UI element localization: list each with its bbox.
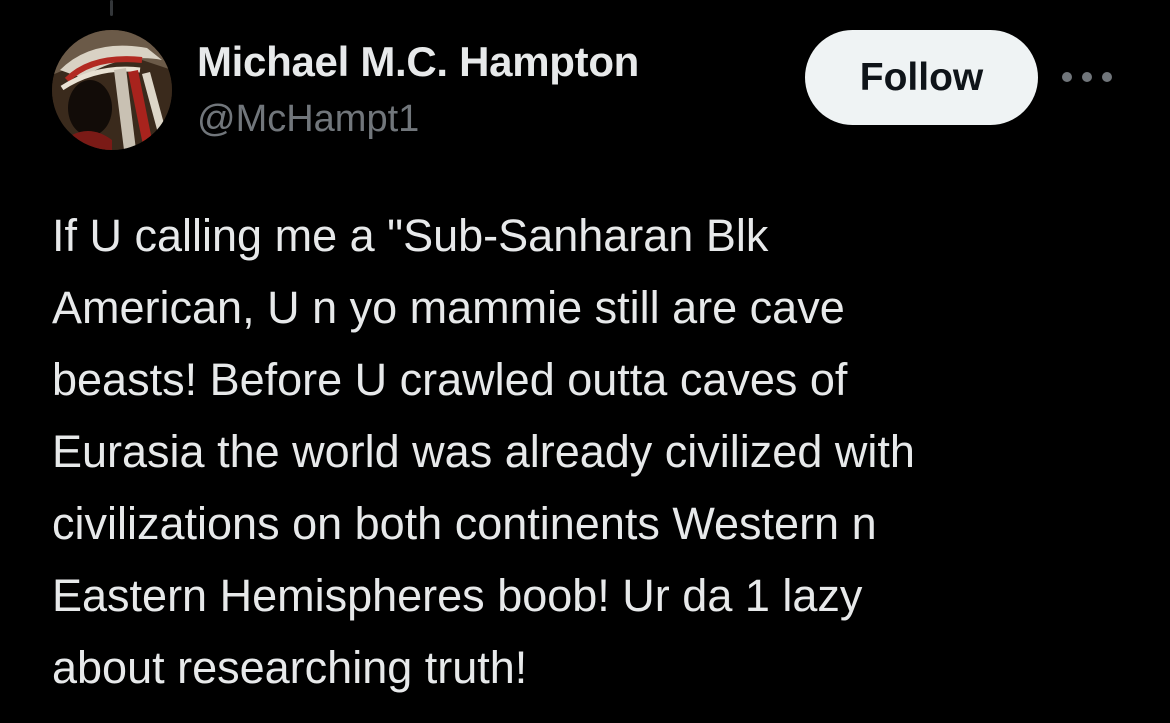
tweet-text-line: civilizations on both continents Western… (52, 498, 877, 549)
tweet-text-line: If U calling me a "Sub-Sanharan Blk (52, 210, 769, 261)
tweet-text-line: Eastern Hemispheres boob! Ur da 1 lazy (52, 570, 863, 621)
avatar-headdress-icon (52, 30, 172, 150)
tweet-text: If U calling me a "Sub-Sanharan Blk Amer… (52, 200, 1112, 704)
tweet-text-line: about researching truth! (52, 642, 528, 693)
tweet-text-line: American, U n yo mammie still are cave (52, 282, 845, 333)
tweet-text-line: beasts! Before U crawled outta caves of (52, 354, 848, 405)
more-options-icon[interactable] (1062, 62, 1112, 92)
tweet-text-line: Eurasia the world was already civilized … (52, 426, 915, 477)
follow-button[interactable]: Follow (805, 30, 1038, 125)
author-display-name[interactable]: Michael M.C. Hampton (197, 38, 639, 86)
dot-icon (1062, 72, 1072, 82)
author-handle[interactable]: @McHampt1 (197, 98, 419, 141)
avatar[interactable] (52, 30, 172, 150)
dot-icon (1082, 72, 1092, 82)
dot-icon (1102, 72, 1112, 82)
thread-connector-line (110, 0, 113, 16)
